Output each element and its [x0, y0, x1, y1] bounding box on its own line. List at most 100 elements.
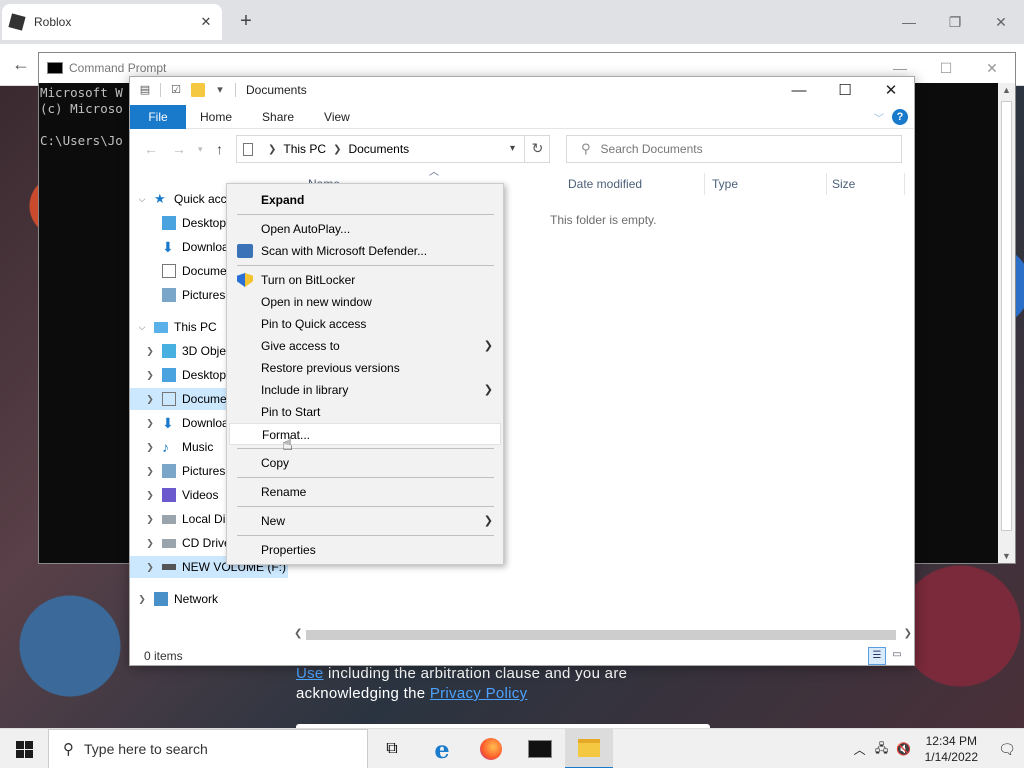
tab-home[interactable]: Home: [200, 110, 232, 124]
nav-network[interactable]: ❯ Network: [130, 588, 288, 610]
browser-close-button[interactable]: ✕: [986, 10, 1016, 34]
breadcrumb-documents[interactable]: Documents: [348, 142, 409, 156]
chevron-right-icon[interactable]: ❯: [144, 490, 156, 501]
show-hidden-icons-icon[interactable]: ︿: [851, 741, 869, 758]
refresh-icon[interactable]: ↻: [524, 135, 550, 163]
tab-file[interactable]: File: [130, 104, 186, 129]
clock-time: 12:34 PM: [925, 734, 977, 748]
cmd-minimize-button[interactable]: —: [877, 60, 923, 76]
network-icon[interactable]: 🖧: [873, 739, 891, 760]
scroll-down-icon[interactable]: ▼: [1002, 551, 1011, 561]
address-bar[interactable]: ❯ This PC ❯ Documents ▾: [236, 135, 550, 163]
windows-logo-icon: [25, 741, 33, 749]
menu-item-expand[interactable]: Expand: [227, 189, 503, 211]
clock[interactable]: 12:34 PM 1/14/2022: [925, 733, 978, 765]
scroll-thumb[interactable]: [306, 630, 896, 640]
column-type[interactable]: Type: [712, 177, 738, 191]
chevron-right-icon[interactable]: ❯: [144, 418, 156, 429]
browser-restore-button[interactable]: ❐: [940, 10, 970, 34]
recent-locations-icon[interactable]: ▾: [198, 144, 203, 155]
chevron-right-icon[interactable]: ❯: [144, 442, 156, 453]
start-button[interactable]: [0, 729, 48, 768]
chevron-right-icon[interactable]: ❯: [144, 394, 156, 405]
chevron-right-icon[interactable]: ❯: [144, 538, 156, 549]
chevron-down-icon[interactable]: ⌵: [136, 194, 148, 205]
column-divider[interactable]: [826, 173, 827, 195]
taskbar-firefox[interactable]: [467, 729, 515, 768]
explorer-minimize-button[interactable]: —: [776, 82, 822, 99]
menu-item-include-library[interactable]: Include in library ❯: [227, 379, 503, 401]
taskbar-explorer[interactable]: [565, 729, 613, 768]
volume-muted-icon[interactable]: 🔇: [895, 742, 913, 756]
item-count: 0 items: [144, 649, 183, 663]
cmd-scrollbar[interactable]: ▲ ▼: [998, 83, 1015, 563]
new-folder-icon[interactable]: [191, 83, 205, 97]
menu-item-bitlocker[interactable]: Turn on BitLocker: [227, 269, 503, 291]
taskbar-search-input[interactable]: ⚲ Type here to search: [48, 729, 368, 768]
cmd-close-button[interactable]: ✕: [969, 60, 1015, 77]
menu-item-open-new-window[interactable]: Open in new window: [227, 291, 503, 313]
new-tab-button[interactable]: +: [236, 10, 256, 34]
chevron-right-icon[interactable]: ❯: [136, 594, 148, 605]
back-arrow-icon[interactable]: ←: [144, 141, 158, 157]
explorer-maximize-button[interactable]: ☐: [822, 81, 868, 99]
privacy-policy-link[interactable]: Privacy Policy: [430, 685, 528, 702]
breadcrumb-chevron-icon[interactable]: ❯: [268, 144, 276, 155]
scroll-right-icon[interactable]: ❯: [904, 628, 912, 639]
menu-item-give-access[interactable]: Give access to ❯: [227, 335, 503, 357]
menu-item-pin-quick-access[interactable]: Pin to Quick access: [227, 313, 503, 335]
up-arrow-icon[interactable]: ↑: [216, 141, 223, 157]
qat-dropdown-icon[interactable]: ▾: [213, 83, 227, 97]
large-icons-view-icon[interactable]: ▭: [888, 647, 906, 665]
scroll-thumb[interactable]: [1001, 101, 1012, 531]
column-divider[interactable]: [704, 173, 705, 195]
notifications-icon[interactable]: 🗨: [990, 741, 1024, 758]
forward-arrow-icon[interactable]: →: [172, 141, 186, 157]
chevron-right-icon[interactable]: ❯: [144, 514, 156, 525]
chevron-right-icon[interactable]: ❯: [144, 562, 156, 573]
horizontal-scrollbar[interactable]: ❮ ❯: [292, 627, 914, 643]
cmd-maximize-button[interactable]: ☐: [923, 60, 969, 77]
chevron-right-icon[interactable]: ❯: [144, 346, 156, 357]
menu-item-new[interactable]: New ❯: [227, 510, 503, 532]
menu-item-format[interactable]: Format...: [229, 423, 501, 445]
browser-minimize-button[interactable]: —: [894, 10, 924, 34]
expand-ribbon-icon[interactable]: ﹀: [874, 110, 884, 125]
help-icon[interactable]: ?: [892, 109, 908, 125]
chevron-down-icon[interactable]: ⌵: [136, 322, 148, 333]
search-input[interactable]: ⚲ Search Documents: [566, 135, 902, 163]
menu-item-rename[interactable]: Rename: [227, 481, 503, 503]
menu-item-open-autoplay[interactable]: Open AutoPlay...: [227, 218, 503, 240]
column-divider[interactable]: [904, 173, 905, 195]
menu-label: Include in library: [261, 383, 349, 397]
properties-icon[interactable]: ▤: [138, 83, 152, 97]
tab-share[interactable]: Share: [262, 110, 294, 124]
chevron-right-icon[interactable]: ❯: [144, 466, 156, 477]
chevron-right-icon[interactable]: ❯: [144, 370, 156, 381]
checkbox-icon[interactable]: ☑: [169, 83, 183, 97]
column-size[interactable]: Size: [832, 177, 855, 191]
tab-view[interactable]: View: [324, 110, 350, 124]
scroll-left-icon[interactable]: ❮: [294, 628, 302, 639]
breadcrumb-chevron-icon[interactable]: ❯: [333, 144, 341, 155]
terms-link[interactable]: Use: [296, 665, 324, 682]
task-view-button[interactable]: ⧉: [368, 729, 416, 768]
tab-close-icon[interactable]: ✕: [198, 14, 214, 30]
explorer-close-button[interactable]: ✕: [868, 81, 914, 99]
scroll-up-icon[interactable]: ▲: [1002, 85, 1011, 95]
taskbar-ie[interactable]: e: [418, 729, 466, 768]
address-dropdown-icon[interactable]: ▾: [510, 143, 515, 154]
menu-item-copy[interactable]: Copy: [227, 452, 503, 474]
taskbar-cmd[interactable]: [516, 729, 564, 768]
browser-tab[interactable]: Roblox ✕: [2, 4, 222, 40]
browser-back-icon[interactable]: ←: [12, 54, 30, 75]
menu-item-scan-defender[interactable]: Scan with Microsoft Defender...: [227, 240, 503, 262]
details-view-icon[interactable]: ☰: [868, 647, 886, 665]
breadcrumb-this-pc[interactable]: This PC: [283, 142, 326, 156]
menu-item-pin-start[interactable]: Pin to Start: [227, 401, 503, 423]
column-date-modified[interactable]: Date modified: [568, 177, 642, 191]
empty-folder-message: This folder is empty.: [550, 213, 657, 227]
menu-item-restore-versions[interactable]: Restore previous versions: [227, 357, 503, 379]
cmd-line: [40, 117, 123, 133]
menu-item-properties[interactable]: Properties: [227, 539, 503, 561]
